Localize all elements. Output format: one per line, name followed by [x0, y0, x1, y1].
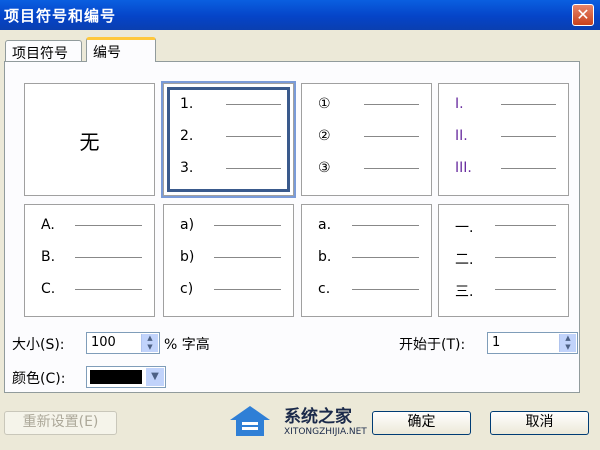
list-line — [75, 289, 142, 290]
watermark-text: 系统之家 — [284, 407, 352, 427]
list-marker: a. — [318, 217, 332, 233]
list-line — [352, 257, 419, 258]
list-marker: 1. — [180, 96, 194, 112]
list-line — [352, 225, 419, 226]
watermark-url: XITONGZHIJIA.NET — [284, 427, 367, 437]
size-unit-label: % 字高 — [164, 337, 210, 353]
list-line — [364, 136, 419, 137]
none-label: 无 — [79, 130, 100, 154]
list-marker: I. — [455, 96, 464, 112]
list-marker: 3. — [180, 160, 194, 176]
list-line — [75, 225, 142, 226]
numbering-option-lower-alpha-paren[interactable]: a) b) c) — [163, 204, 294, 317]
size-label: 大小(S): — [12, 337, 65, 353]
list-marker: ① — [318, 96, 331, 112]
numbering-option-chinese[interactable]: 一. 二. 三. — [438, 204, 569, 317]
list-marker: ③ — [318, 160, 331, 176]
color-label: 颜色(C): — [12, 371, 66, 387]
window-title: 项目符号和编号 — [4, 7, 117, 25]
list-marker: ② — [318, 128, 331, 144]
list-line — [226, 136, 281, 137]
list-marker: b) — [180, 249, 195, 265]
chevron-down-icon[interactable]: ▼ — [146, 368, 164, 386]
color-swatch — [90, 370, 142, 384]
list-marker: II. — [455, 128, 468, 144]
list-line — [495, 225, 556, 226]
list-marker: 二. — [455, 252, 474, 268]
numbering-option-roman[interactable]: I. II. III. — [438, 83, 569, 196]
numbering-option-upper-alpha[interactable]: A. B. C. — [24, 204, 155, 317]
list-line — [352, 289, 419, 290]
spin-arrows-icon[interactable]: ▲ ▼ — [141, 334, 158, 352]
list-line — [364, 168, 419, 169]
color-picker[interactable]: ▼ — [86, 366, 166, 388]
list-marker: A. — [41, 217, 55, 233]
house-logo-icon — [230, 406, 270, 436]
list-marker: 2. — [180, 128, 194, 144]
list-marker: 一. — [455, 220, 474, 236]
watermark-logo: 系统之家 XITONGZHIJIA.NET — [228, 396, 373, 444]
tab-numbering[interactable]: 编号 — [86, 37, 156, 62]
list-line — [501, 104, 556, 105]
tab-bullets[interactable]: 项目符号 — [5, 40, 82, 62]
spin-arrows-icon[interactable]: ▲ ▼ — [559, 334, 576, 352]
reset-button[interactable]: 重新设置(E) — [4, 411, 117, 435]
list-marker: c. — [318, 281, 331, 297]
list-line — [214, 225, 281, 226]
list-marker: b. — [318, 249, 332, 265]
list-marker: B. — [41, 249, 56, 265]
start-at-label: 开始于(T): — [399, 337, 466, 353]
list-marker: a) — [180, 217, 195, 233]
list-marker: C. — [41, 281, 56, 297]
list-line — [75, 257, 142, 258]
numbering-option-arabic[interactable]: 1. 2. 3. — [161, 81, 296, 198]
start-at-value: 1 — [492, 335, 501, 350]
size-spinner[interactable]: 100 ▲ ▼ — [86, 332, 160, 354]
numbering-option-none[interactable]: 无 — [24, 83, 155, 196]
list-marker: 三. — [455, 284, 474, 300]
list-line — [214, 257, 281, 258]
list-marker: c) — [180, 281, 194, 297]
cancel-button[interactable]: 取消 — [490, 411, 589, 435]
close-button[interactable]: ✕ — [572, 4, 594, 26]
list-line — [364, 104, 419, 105]
numbering-option-circled[interactable]: ① ② ③ — [301, 83, 432, 196]
list-line — [501, 136, 556, 137]
list-line — [501, 168, 556, 169]
list-line — [226, 104, 281, 105]
title-bar: 项目符号和编号 ✕ — [0, 0, 600, 30]
list-line — [495, 257, 556, 258]
list-line — [495, 289, 556, 290]
list-line — [226, 168, 281, 169]
start-at-spinner[interactable]: 1 ▲ ▼ — [487, 332, 578, 354]
size-value: 100 — [91, 335, 116, 350]
list-marker: III. — [455, 160, 472, 176]
ok-button[interactable]: 确定 — [372, 411, 471, 435]
numbering-option-lower-alpha[interactable]: a. b. c. — [301, 204, 432, 317]
list-line — [214, 289, 281, 290]
